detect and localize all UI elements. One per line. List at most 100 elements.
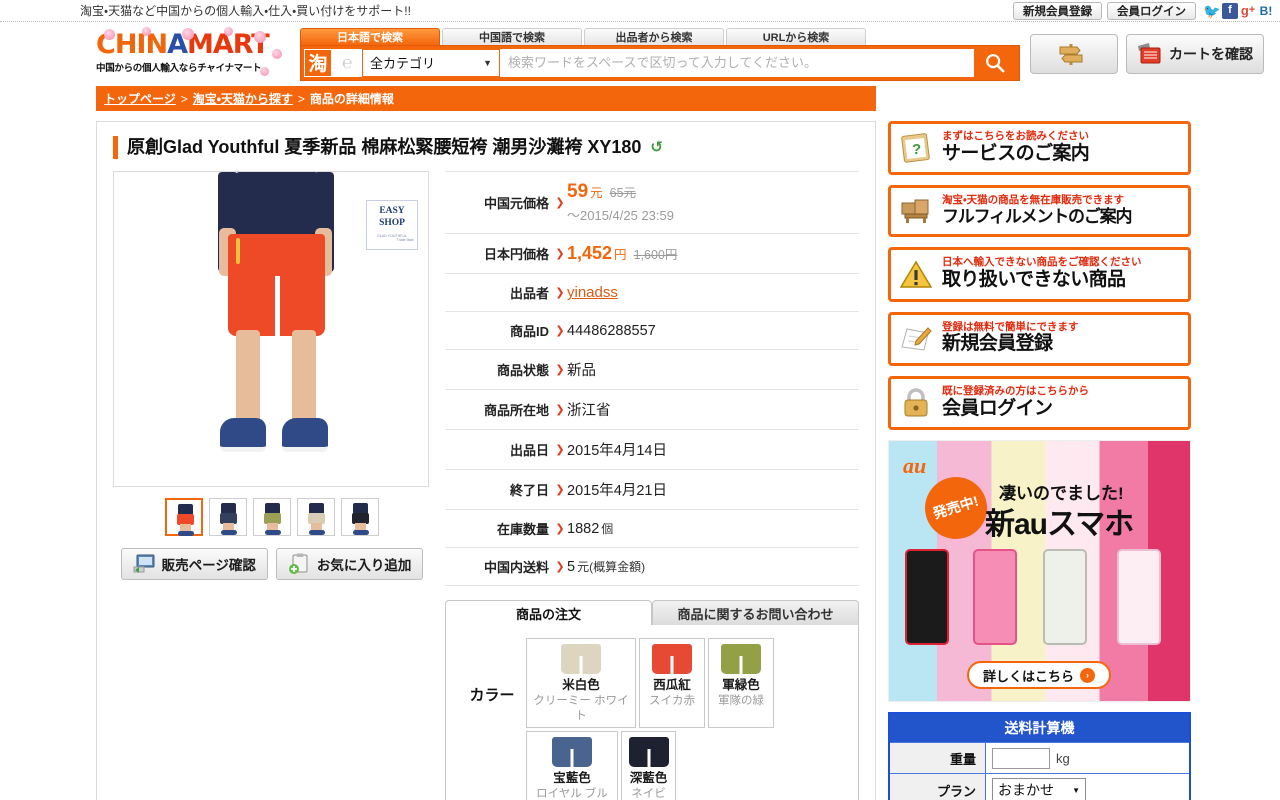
top-bar: 淘宝・天猫など中国からの個人輸入・仕入・買い付けをサポート!! 新規会員登録 会… bbox=[0, 0, 1280, 22]
au-badge: 発売中! bbox=[917, 469, 995, 548]
product-main-image[interactable]: EASY SHOP GLAD YOUTHFUL Trade Mark bbox=[113, 171, 429, 488]
guide-signpost-button[interactable] bbox=[1030, 34, 1118, 74]
favorite-button[interactable]: お気に入り追加 bbox=[275, 548, 424, 581]
cart-button-label: カートを確認 bbox=[1169, 46, 1253, 62]
thumbnail-3[interactable] bbox=[253, 498, 291, 537]
chevron-down-icon: ▼ bbox=[483, 57, 492, 68]
page-title: 原創Glad Youthful 夏季新品 棉麻松緊腰短袴 潮男沙灘袴 XY180… bbox=[113, 136, 859, 160]
calculator-label-plan: プラン bbox=[890, 774, 986, 800]
spec-label-condition: 商品状態 bbox=[496, 363, 549, 379]
advertisement-banner-au[interactable]: au 発売中! 凄いのでました! 新auスマホ 詳しくはこちら › bbox=[888, 440, 1191, 703]
spec-arrow-icon: ❯ bbox=[555, 364, 565, 377]
sidebar-main-register: 新規会員登録 bbox=[942, 333, 1053, 355]
cart-icon bbox=[1138, 43, 1161, 64]
favorite-button-label: お気に入り追加 bbox=[316, 558, 412, 574]
color-swatch-navy[interactable]: 深藍色 ネイビー bbox=[621, 731, 676, 800]
price-deadline: ～2015/4/25 23:59 bbox=[567, 208, 674, 224]
social-links: 🐦 f g + B! bbox=[1203, 2, 1274, 19]
search-tab-url[interactable]: URLから検索 bbox=[726, 27, 866, 45]
tab-inquiry[interactable]: 商品に関するお問い合わせ bbox=[652, 600, 859, 626]
plan-select[interactable]: おまかせ ▼ bbox=[992, 778, 1086, 800]
sidebar-item-login[interactable]: 既に登録済みの方はこちらから 会員ログイン bbox=[888, 376, 1191, 431]
search-input[interactable] bbox=[500, 48, 974, 77]
au-phone-3 bbox=[1043, 549, 1087, 646]
swatch-sub-army-green: 軍隊の緑 bbox=[718, 695, 764, 708]
color-selection-row: カラー 米白色 クリーミー ホワイト 西瓜紅 スイカ赤 軍緑色 軍隊の緑 宝藍色… bbox=[458, 638, 846, 800]
thumbnail-5[interactable] bbox=[341, 498, 379, 537]
search-tab-japanese[interactable]: 日本語で検索 bbox=[300, 27, 440, 45]
spec-value-item-id: 44486288557 bbox=[567, 322, 656, 339]
site-logo[interactable]: CHINAMART 中国からの個人輸入ならチャイナマート bbox=[96, 27, 296, 81]
spec-row-seller: 出品者 ❯ yinadss bbox=[445, 274, 859, 312]
sidebar-item-fulfillment[interactable]: 淘宝・天猫の商品を無在庫販売できます フルフィルメントのご案内 bbox=[888, 185, 1191, 238]
search-tabs: 日本語で検索 中国語で検索 出品者から検索 URLから検索 bbox=[300, 27, 1020, 45]
thumbnail-4[interactable] bbox=[297, 498, 335, 537]
clipboard-question-icon: ? bbox=[899, 132, 933, 164]
price-jpy-value: 1,452 bbox=[567, 243, 613, 264]
spec-value-condition: 新品 bbox=[567, 363, 596, 380]
thumbnail-2[interactable] bbox=[209, 498, 247, 537]
price-cny-old: 65元 bbox=[609, 186, 637, 201]
breadcrumb: トップページ > 淘宝・天猫から探す > 商品の詳細情報 bbox=[96, 86, 876, 111]
clipboard-plus-icon bbox=[288, 553, 308, 575]
weight-input[interactable] bbox=[992, 747, 1050, 769]
category-select-value: 全カテゴリ bbox=[370, 56, 436, 71]
facebook-icon[interactable]: f bbox=[1222, 2, 1238, 19]
tab-order[interactable]: 商品の注文 bbox=[445, 600, 652, 626]
search-submit-button[interactable] bbox=[974, 48, 1016, 77]
swatch-name-royal-blue: 宝藍色 bbox=[553, 771, 591, 786]
login-button[interactable]: 会員ログイン bbox=[1107, 1, 1196, 20]
color-swatch-royal-blue[interactable]: 宝藍色 ロイヤル ブルー bbox=[526, 731, 618, 800]
breadcrumb-separator-2: > bbox=[297, 91, 305, 106]
product-specs: 中国元価格 ❯ 59 元 65元 ～2015/4/25 23:59 日本円価格 ❯ bbox=[445, 171, 859, 800]
sidebar-item-register[interactable]: 登録は無料で簡単にできます 新規会員登録 bbox=[888, 311, 1191, 367]
sidebar-item-prohibited-items[interactable]: 日本へ輸入できない商品をご確認ください 取り扱いできない商品 bbox=[888, 247, 1191, 302]
au-cta-button[interactable]: 詳しくはこちら › bbox=[967, 661, 1111, 690]
thumbnail-1[interactable] bbox=[165, 498, 203, 537]
color-swatch-watermelon-red[interactable]: 西瓜紅 スイカ赤 bbox=[639, 638, 705, 729]
au-phone-2 bbox=[973, 549, 1017, 646]
hatena-bookmark-icon[interactable]: B! bbox=[1258, 2, 1274, 19]
search-tab-seller[interactable]: 出品者から検索 bbox=[584, 27, 724, 45]
sidebar-sub-service-guide: まずはこちらをお読みください bbox=[942, 130, 1089, 142]
spec-row-condition: 商品状態 ❯ 新品 bbox=[445, 350, 859, 390]
sidebar-item-service-guide[interactable]: ? まずはこちらをお読みください サービスのご案内 bbox=[888, 121, 1191, 176]
svg-text:?: ? bbox=[912, 141, 921, 158]
spec-label-cny-price: 中国元価格 bbox=[483, 196, 549, 212]
cart-button[interactable]: カートを確認 bbox=[1126, 34, 1264, 74]
category-select[interactable]: 全カテゴリ ▼ bbox=[362, 48, 500, 77]
swatch-image-royal-blue bbox=[552, 737, 592, 768]
sidebar-main-login: 会員ログイン bbox=[942, 397, 1053, 419]
breadcrumb-item-top[interactable]: トップページ bbox=[104, 90, 176, 107]
color-swatch-cream-white[interactable]: 米白色 クリーミー ホワイト bbox=[526, 638, 636, 729]
swatch-sub-royal-blue: ロイヤル ブルー bbox=[536, 788, 608, 800]
spec-arrow-icon: ❯ bbox=[555, 561, 565, 574]
color-swatch-army-green[interactable]: 軍緑色 軍隊の緑 bbox=[708, 638, 774, 729]
image-watermark: EASY SHOP GLAD YOUTHFUL Trade Mark bbox=[366, 200, 418, 251]
seller-link[interactable]: yinadss bbox=[567, 284, 618, 301]
sales-page-button[interactable]: 販売ページ確認 bbox=[120, 548, 268, 581]
spec-arrow-icon: ❯ bbox=[555, 325, 565, 338]
spec-arrow-icon: ❯ bbox=[555, 404, 565, 417]
boxes-icon bbox=[899, 195, 933, 227]
sidebar-sub-register: 登録は無料で簡単にできます bbox=[942, 320, 1079, 333]
breadcrumb-item-current: 商品の詳細情報 bbox=[309, 92, 394, 106]
sidebar-main-service-guide: サービスのご案内 bbox=[942, 142, 1090, 164]
sidebar-sub-fulfillment: 淘宝・天猫の商品を無在庫販売できます bbox=[942, 194, 1125, 207]
register-button[interactable]: 新規会員登録 bbox=[1013, 1, 1102, 20]
google-plus-icon[interactable]: g + bbox=[1240, 2, 1256, 19]
swatch-name-navy: 深藍色 bbox=[629, 771, 668, 786]
header-buttons: カートを確認 bbox=[1030, 34, 1264, 74]
refresh-icon[interactable]: ↺ bbox=[650, 138, 663, 158]
thumbnail-list bbox=[113, 498, 431, 537]
twitter-icon[interactable]: 🐦 bbox=[1203, 2, 1221, 19]
spec-arrow-icon: ❯ bbox=[555, 523, 565, 536]
spec-label-item-id: 商品ID bbox=[509, 324, 549, 340]
product-media: EASY SHOP GLAD YOUTHFUL Trade Mark 販売ページ… bbox=[113, 171, 431, 800]
spec-arrow-icon: ❯ bbox=[555, 287, 565, 300]
search-tab-chinese[interactable]: 中国語で検索 bbox=[442, 27, 582, 45]
spec-value-end-date: 2015年4月21日 bbox=[567, 483, 667, 500]
page-content: 原創Glad Youthful 夏季新品 棉麻松緊腰短袴 潮男沙灘袴 XY180… bbox=[0, 111, 1280, 800]
spec-row-jpy-price: 日本円価格 ❯ 1,452 円 1,600円 bbox=[445, 234, 859, 274]
breadcrumb-item-taobao[interactable]: 淘宝・天猫から探す bbox=[193, 90, 293, 107]
